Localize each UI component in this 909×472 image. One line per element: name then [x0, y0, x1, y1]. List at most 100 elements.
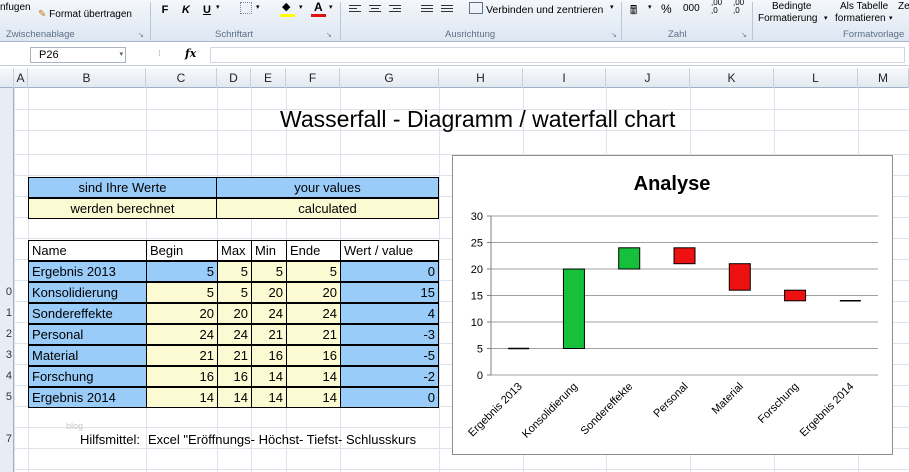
col-header-k[interactable]: K [690, 68, 774, 88]
value-cell[interactable]: 4 [340, 303, 439, 324]
max-cell[interactable]: 14 [217, 387, 252, 408]
value-cell[interactable]: 0 [340, 261, 439, 282]
begin-cell[interactable]: 21 [146, 345, 218, 366]
format-as-table-button[interactable]: formatieren [835, 13, 886, 24]
table-header-name[interactable]: Name [28, 240, 147, 261]
max-cell[interactable]: 20 [217, 303, 252, 324]
table-header-end[interactable]: Ende [286, 240, 341, 261]
begin-cell[interactable]: 20 [146, 303, 218, 324]
end-cell[interactable]: 24 [286, 303, 341, 324]
col-header-f[interactable]: F [286, 68, 340, 88]
insert-function-button[interactable]: fx [185, 47, 196, 60]
value-cell[interactable]: 0 [340, 387, 439, 408]
font-color-dropdown-icon[interactable]: ▾ [329, 3, 333, 11]
row-name-cell[interactable]: Material [28, 345, 147, 366]
row-name-cell[interactable]: Forschung [28, 366, 147, 387]
min-cell[interactable]: 5 [251, 261, 287, 282]
col-header-a[interactable]: A [14, 68, 28, 88]
min-cell[interactable]: 14 [251, 387, 287, 408]
format-painter-button[interactable]: ✎ Format übertragen [38, 9, 132, 20]
legend-cell[interactable]: your values [216, 177, 439, 198]
col-header-i[interactable]: I [523, 68, 606, 88]
percent-button[interactable]: % [661, 2, 672, 16]
increase-indent-icon[interactable] [441, 5, 453, 15]
min-cell[interactable]: 20 [251, 282, 287, 303]
min-cell[interactable]: 14 [251, 366, 287, 387]
col-header-h[interactable]: H [439, 68, 523, 88]
begin-cell[interactable]: 24 [146, 324, 218, 345]
alignment-dialog-launcher-icon[interactable]: ↘ [611, 31, 617, 39]
row-header[interactable]: 7 [0, 433, 14, 445]
row-header[interactable]: 0 [0, 286, 14, 298]
col-header-m[interactable]: M [858, 68, 909, 88]
end-cell[interactable]: 20 [286, 282, 341, 303]
min-cell[interactable]: 16 [251, 345, 287, 366]
italic-button[interactable]: K [180, 2, 192, 18]
merge-dropdown-icon[interactable]: ▾ [610, 3, 614, 11]
align-center-icon[interactable] [369, 5, 381, 15]
legend-cell[interactable]: werden berechnet [28, 198, 217, 219]
table-header-max[interactable]: Max [217, 240, 252, 261]
col-header-d[interactable]: D [217, 68, 251, 88]
bold-button[interactable]: F [159, 2, 171, 18]
col-header-g[interactable]: G [340, 68, 439, 88]
row-name-cell[interactable]: Personal [28, 324, 147, 345]
accounting-format-icon[interactable]: 🖩 [630, 1, 637, 22]
formula-input[interactable] [210, 47, 905, 63]
font-color-button[interactable]: A [311, 0, 327, 18]
conditional-formatting-button[interactable]: Formatierung [758, 13, 817, 24]
table-header-min[interactable]: Min [251, 240, 287, 261]
borders-icon[interactable] [240, 2, 252, 14]
table-header-begin[interactable]: Begin [146, 240, 218, 261]
max-cell[interactable]: 21 [217, 345, 252, 366]
borders-dropdown-icon[interactable]: ▾ [256, 3, 260, 11]
end-cell[interactable]: 21 [286, 324, 341, 345]
align-right-icon[interactable] [389, 5, 401, 15]
col-header-j[interactable]: J [606, 68, 690, 88]
clipboard-dialog-launcher-icon[interactable]: ↘ [138, 31, 144, 39]
thousands-separator-button[interactable]: 000 [683, 3, 700, 14]
row-header[interactable]: 5 [0, 391, 14, 403]
row-name-cell[interactable]: Sondereffekte [28, 303, 147, 324]
row-header[interactable]: 1 [0, 307, 14, 319]
row-header[interactable]: 4 [0, 370, 14, 382]
begin-cell[interactable]: 5 [146, 282, 218, 303]
accounting-dropdown-icon[interactable]: ▾ [648, 3, 652, 11]
cond-format-line1[interactable]: Bedingte [772, 1, 811, 12]
paste-button[interactable]: nfugen [0, 2, 31, 13]
col-header-e[interactable]: E [251, 68, 286, 88]
decrease-indent-icon[interactable] [421, 5, 433, 15]
cell-styles-button[interactable]: Ze [898, 1, 909, 12]
value-cell[interactable]: 15 [340, 282, 439, 303]
underline-dropdown-icon[interactable]: ▾ [216, 3, 220, 11]
min-cell[interactable]: 24 [251, 303, 287, 324]
row-name-cell[interactable]: Konsolidierung [28, 282, 147, 303]
begin-cell[interactable]: 16 [146, 366, 218, 387]
row-name-cell[interactable]: Ergebnis 2013 [28, 261, 147, 282]
min-cell[interactable]: 21 [251, 324, 287, 345]
waterfall-chart[interactable]: Analyse 0 5 10 15 20 25 30 Ergebnis 2013 Konsolid… [452, 155, 893, 455]
legend-cell[interactable]: sind Ihre Werte [28, 177, 217, 198]
begin-cell[interactable]: 5 [146, 261, 218, 282]
row-name-cell[interactable]: Ergebnis 2014 [28, 387, 147, 408]
end-cell[interactable]: 5 [286, 261, 341, 282]
number-dialog-launcher-icon[interactable]: ↘ [741, 31, 747, 39]
value-cell[interactable]: -2 [340, 366, 439, 387]
fill-dropdown-icon[interactable]: ▾ [299, 3, 303, 11]
max-cell[interactable]: 5 [217, 261, 252, 282]
max-cell[interactable]: 16 [217, 366, 252, 387]
row-header[interactable]: 2 [0, 328, 14, 340]
value-cell[interactable]: -5 [340, 345, 439, 366]
as-table-line1[interactable]: Als Tabelle [840, 1, 888, 12]
underline-button[interactable]: U [201, 2, 213, 18]
max-cell[interactable]: 5 [217, 282, 252, 303]
hilfsmittel-value[interactable]: Excel "Eröffnungs- Höchst- Tiefst- Schlu… [148, 432, 416, 447]
cond-format-dropdown-icon[interactable]: ▾ [824, 14, 828, 22]
col-header-l[interactable]: L [774, 68, 858, 88]
increase-decimal-button[interactable]: ,00 ,0 [711, 0, 722, 15]
fill-color-button[interactable]: ◆ [280, 0, 296, 18]
table-header-value[interactable]: Wert / value [340, 240, 439, 261]
row-header[interactable]: 3 [0, 349, 14, 361]
formula-splitter-icon[interactable]: ⁝ [158, 48, 161, 59]
name-box-dropdown-icon[interactable]: ▾ [119, 48, 123, 62]
